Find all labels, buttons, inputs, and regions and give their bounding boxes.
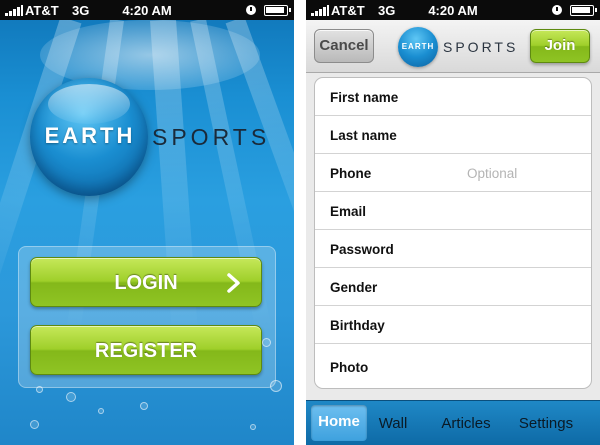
field-label: Photo [330, 360, 369, 375]
tab-articles[interactable]: Articles [430, 401, 502, 445]
registration-form: First name Last name Phone Optional Emai… [314, 77, 592, 389]
cancel-button[interactable]: Cancel [314, 29, 374, 63]
lock-rotation-icon [246, 5, 256, 15]
tab-bar: Home Wall Articles Settings [306, 400, 600, 445]
field-label: First name [330, 90, 399, 105]
bubble [36, 386, 43, 393]
photo-field[interactable]: Photo [315, 344, 591, 388]
logo-earth-text-small: EARTH [401, 42, 435, 51]
battery-icon [264, 5, 291, 16]
bubble [270, 380, 282, 392]
join-button[interactable]: Join [530, 29, 590, 63]
email-field[interactable]: Email [315, 192, 591, 230]
bubble [66, 392, 76, 402]
bubble [140, 402, 148, 410]
last-name-field[interactable]: Last name [315, 116, 591, 154]
lock-rotation-icon [552, 5, 562, 15]
login-button[interactable]: LOGIN [30, 257, 262, 307]
tab-home[interactable]: Home [311, 405, 367, 441]
welcome-screen: AT&T 3G 4:20 AM EARTH SPORTS LOGIN REGIS… [0, 0, 294, 445]
logo-earth-text: EARTH [44, 123, 136, 148]
bubble [98, 408, 104, 414]
field-label: Phone [330, 166, 372, 181]
phone-field[interactable]: Phone Optional [315, 154, 591, 192]
bubble [262, 338, 271, 347]
status-bar: AT&T 3G 4:20 AM [0, 0, 294, 20]
first-name-field[interactable]: First name [315, 78, 591, 116]
field-label: Last name [330, 128, 397, 143]
birthday-field[interactable]: Birthday [315, 306, 591, 344]
register-label: REGISTER [94, 340, 198, 362]
battery-icon [570, 5, 597, 16]
navigation-bar: Cancel EARTH SPORTS Join [306, 20, 600, 73]
register-button[interactable]: REGISTER [30, 325, 262, 375]
logo-sports-text: SPORTS [152, 124, 271, 150]
tab-wall[interactable]: Wall [368, 401, 418, 445]
gender-field[interactable]: Gender [315, 268, 591, 306]
logo-sports-text-small: SPORTS [443, 39, 519, 55]
tab-settings[interactable]: Settings [510, 401, 582, 445]
bubble [30, 420, 39, 429]
bubble [250, 424, 256, 430]
status-bar: AT&T 3G 4:20 AM [306, 0, 600, 20]
phone-placeholder: Optional [467, 166, 518, 181]
field-label: Password [330, 242, 394, 257]
register-screen: AT&T 3G 4:20 AM Cancel EARTH SPORTS Join… [306, 0, 600, 445]
field-label: Email [330, 204, 367, 219]
chevron-right-icon [227, 273, 240, 293]
login-label: LOGIN [114, 272, 178, 294]
field-label: Birthday [330, 318, 385, 333]
password-field[interactable]: Password [315, 230, 591, 268]
field-label: Gender [330, 280, 378, 295]
